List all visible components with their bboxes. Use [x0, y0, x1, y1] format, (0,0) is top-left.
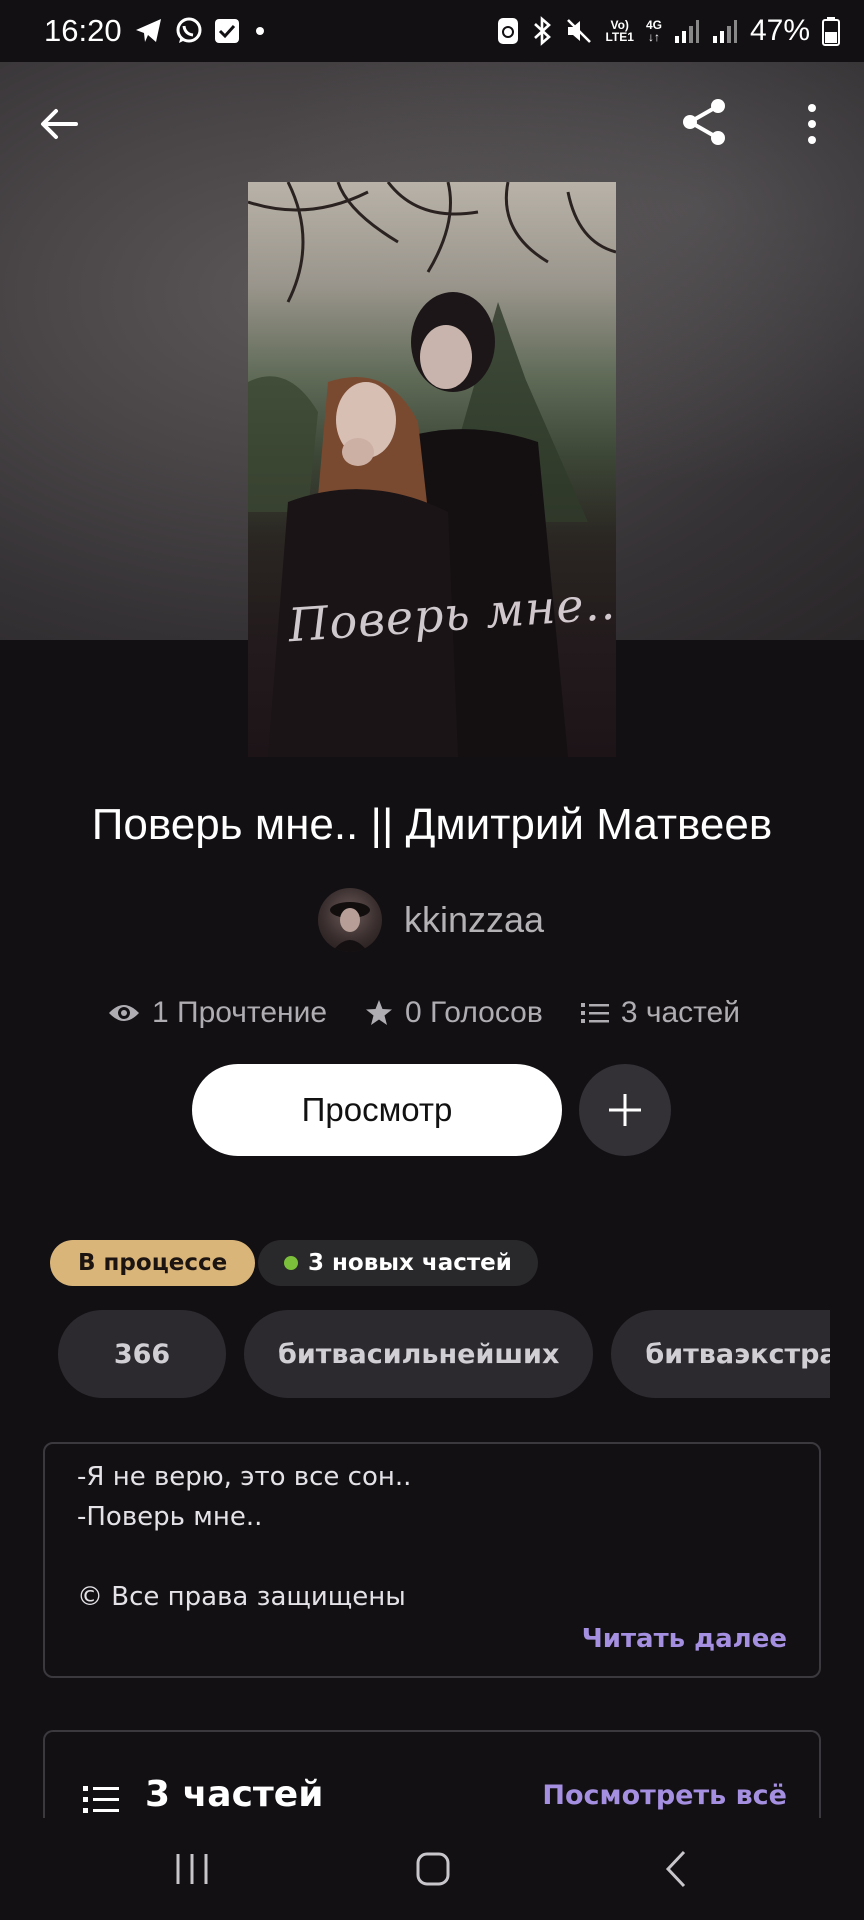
story-description: -Я не верю, это все сон.. -Поверь мне.. … — [43, 1442, 821, 1678]
back-button[interactable] — [36, 100, 84, 148]
volte-icon: Vo) LTE1 — [605, 19, 633, 43]
bluetooth-icon — [534, 16, 552, 46]
description-line: -Поверь мне.. — [77, 1502, 263, 1532]
telegram-icon — [135, 19, 161, 42]
signal-icon — [674, 20, 699, 43]
plus-icon — [609, 1094, 641, 1126]
home-button[interactable] — [373, 1818, 493, 1920]
story-title: Поверь мне.. || Дмитрий Матвеев — [91, 800, 773, 849]
back-nav-button[interactable] — [616, 1818, 736, 1920]
tag-chip[interactable]: битвасильнейших — [244, 1310, 594, 1398]
parts-title: 3 частей — [145, 1774, 324, 1815]
new-parts-badge: 3 новых частей — [258, 1240, 538, 1286]
battery-level: 47% — [749, 14, 810, 47]
read-more-link[interactable]: Читать далее — [582, 1624, 787, 1654]
recent-apps-icon — [176, 1854, 208, 1884]
tag-list: 366 битвасильнейших битваэкстрасе — [58, 1310, 830, 1400]
system-nav-bar — [0, 1818, 864, 1920]
more-vertical-icon[interactable] — [796, 100, 828, 148]
description-line: © Все права защищены — [77, 1582, 406, 1612]
add-to-library-button[interactable] — [579, 1064, 671, 1156]
battery-icon — [822, 17, 840, 46]
lte-label: LTE1 — [605, 30, 634, 44]
whatsapp-icon — [176, 17, 202, 43]
story-stats: 1 Прочтение 0 Голосов 3 частей — [108, 990, 740, 1036]
4g-icon: 4G ↓↑ — [645, 18, 662, 44]
votes-count: 0 Голосов — [405, 996, 543, 1029]
status-bar: 16:20 Vo) LTE1 4G ↓↑ 47% — [0, 0, 864, 62]
mute-icon — [567, 19, 592, 43]
reads-stat: 1 Прочтение — [108, 996, 327, 1030]
signal-icon — [712, 20, 737, 43]
star-icon — [366, 1000, 393, 1025]
cover-illustration — [248, 182, 616, 757]
eye-icon — [109, 1005, 139, 1021]
author-link[interactable]: kkinzzaa — [318, 888, 544, 952]
votes-stat: 0 Голосов — [365, 996, 543, 1030]
dot-icon — [255, 27, 264, 35]
back-chevron-icon — [665, 1850, 686, 1888]
parts-stat: 3 частей — [580, 996, 740, 1030]
parts-count: 3 частей — [620, 996, 740, 1029]
new-indicator-dot — [284, 1256, 298, 1270]
story-cover[interactable]: Поверь мне.. — [248, 182, 616, 757]
tasks-icon — [214, 19, 239, 43]
share-icon[interactable] — [676, 94, 732, 150]
author-name[interactable]: kkinzzaa — [404, 899, 544, 941]
sync-icon — [498, 18, 519, 44]
list-icon — [83, 1786, 119, 1813]
see-all-link[interactable]: Посмотреть всё — [542, 1780, 787, 1811]
reads-count: 1 Прочтение — [152, 996, 328, 1029]
avatar[interactable] — [318, 888, 382, 952]
description-line: -Я не верю, это все сон.. — [77, 1462, 412, 1492]
read-button[interactable]: Просмотр — [192, 1064, 562, 1156]
list-icon — [580, 1003, 609, 1023]
tag-chip[interactable]: 366 — [58, 1310, 226, 1398]
clock: 16:20 — [44, 13, 122, 48]
status-badge: В процессе — [50, 1240, 256, 1286]
recent-apps-button[interactable] — [132, 1818, 252, 1920]
new-parts-label: 3 новых частей — [308, 1250, 512, 1276]
tag-chip[interactable]: битваэкстрасе — [611, 1310, 830, 1398]
home-icon — [416, 1852, 450, 1886]
